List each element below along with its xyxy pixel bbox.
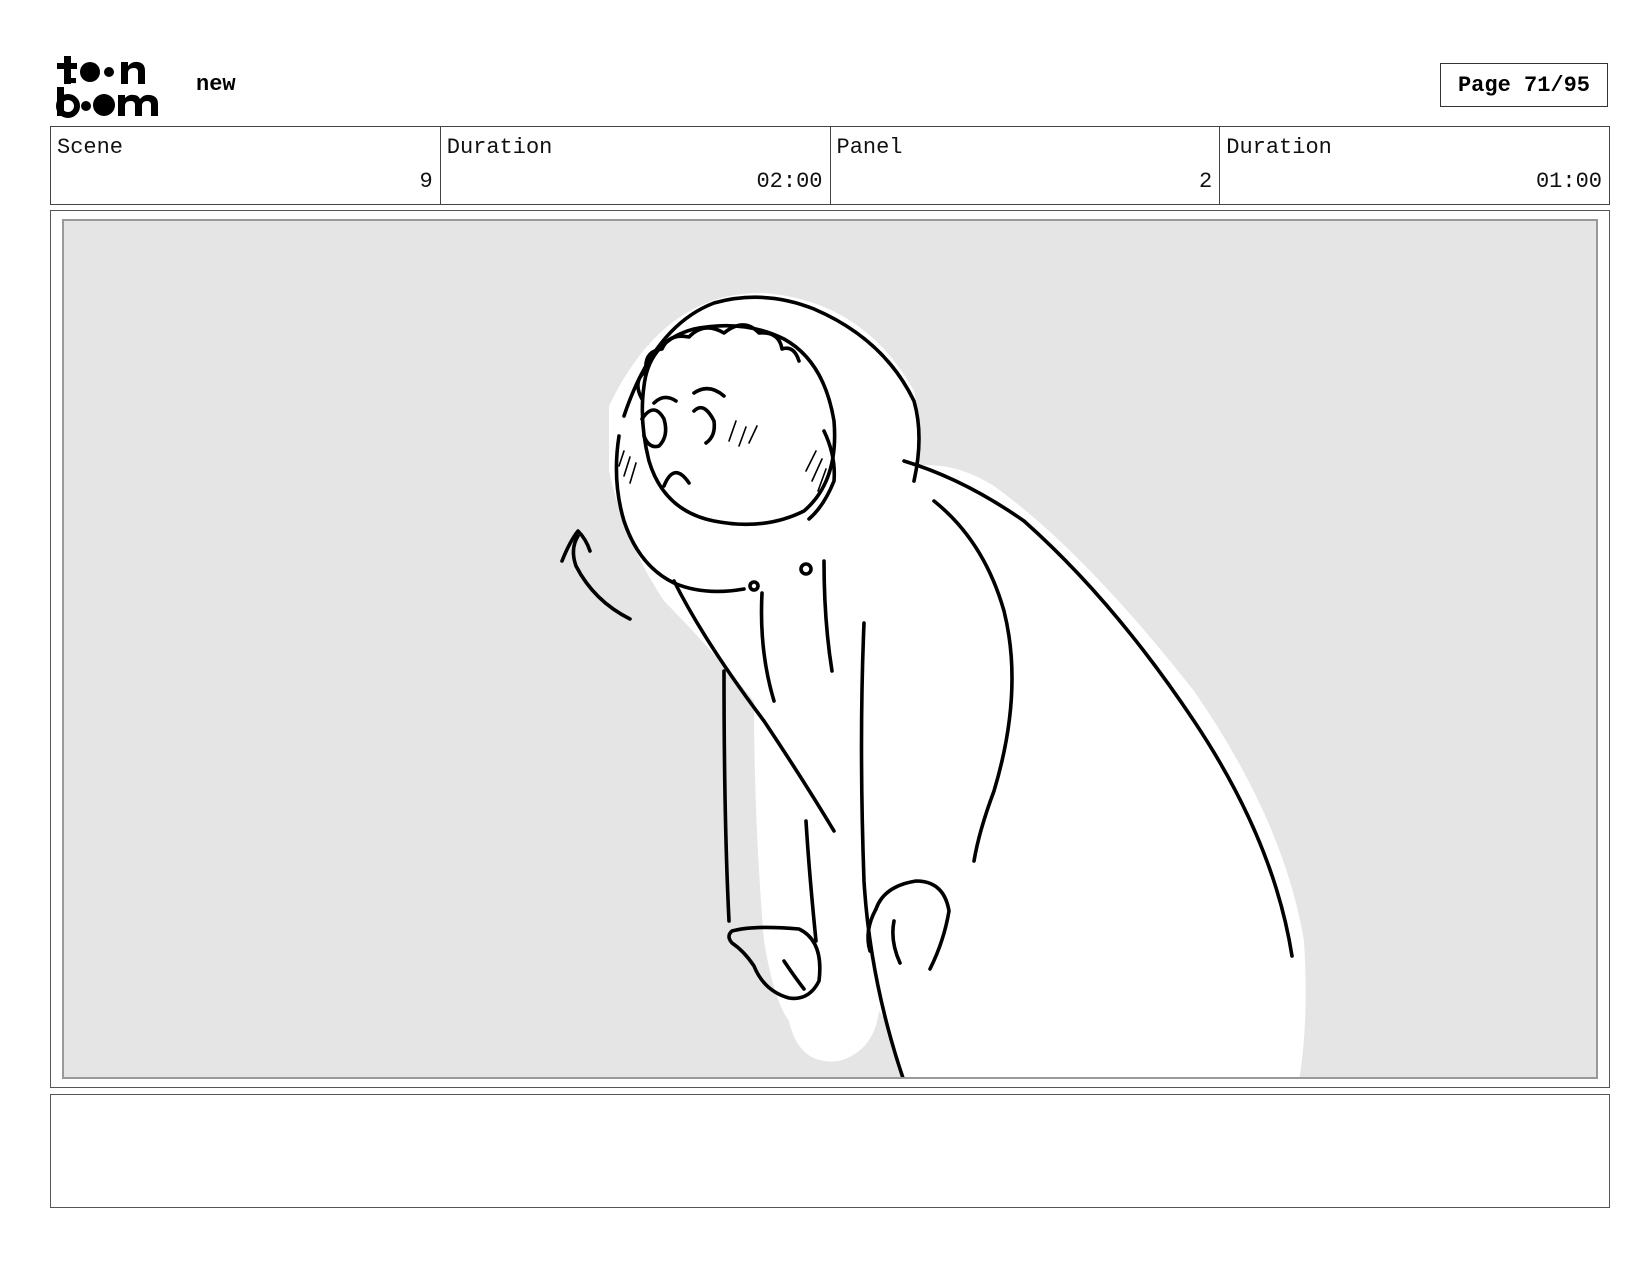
panel-notes[interactable] — [50, 1094, 1610, 1208]
scene-duration-label: Duration — [446, 135, 553, 160]
project-name: new — [196, 72, 236, 97]
scene-cell: Scene 9 — [51, 127, 441, 204]
panel-duration-cell: Duration 01:00 — [1220, 127, 1609, 204]
panel-duration-label: Duration — [1226, 135, 1332, 160]
panel-frame — [50, 210, 1610, 1088]
scene-label: Scene — [57, 135, 124, 160]
toonboom-logo — [54, 52, 172, 118]
panel-cell: Panel 2 — [831, 127, 1221, 204]
scene-duration-value: 02:00 — [756, 169, 823, 194]
panel-info-row: Scene 9 Duration 02:00 Panel 2 Duration … — [50, 126, 1610, 205]
character-sketch — [560, 292, 1306, 1077]
storyboard-page: new Page 71/95 Scene 9 Duration 02:00 Pa… — [0, 0, 1650, 1275]
panel-image — [62, 219, 1598, 1079]
scene-duration-cell: Duration 02:00 — [441, 127, 831, 204]
panel-label: Panel — [836, 135, 903, 160]
scene-value: 9 — [419, 169, 433, 194]
panel-value: 2 — [1199, 169, 1213, 194]
panel-duration-value: 01:00 — [1535, 169, 1602, 194]
page-indicator: Page 71/95 — [1440, 63, 1608, 107]
